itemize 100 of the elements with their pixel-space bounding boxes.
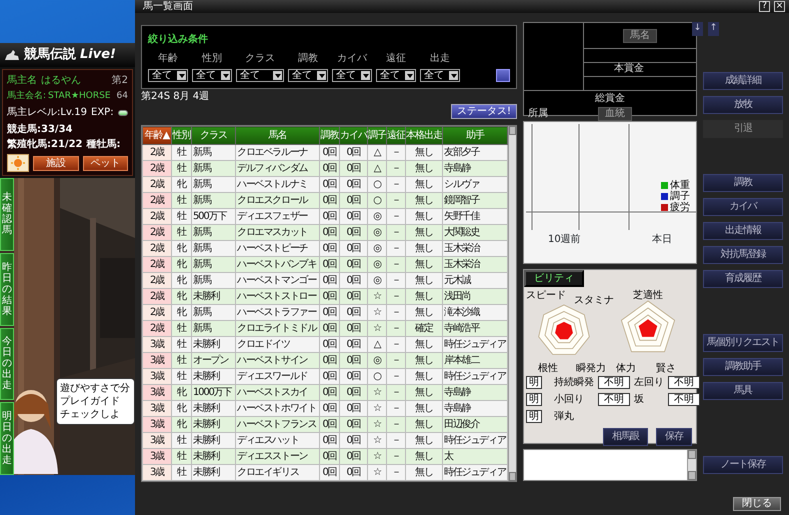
dropdown[interactable]: 全て [148, 69, 188, 82]
column-header[interactable]: 助手 [442, 126, 508, 144]
radar-label: 体力 [616, 363, 636, 374]
filter-label: カイバ [337, 52, 367, 66]
side-button[interactable]: 育成履歴 [703, 270, 783, 288]
table-cell: 田辺俊介 [442, 416, 508, 432]
side-button[interactable]: 馬個別リクエスト [703, 334, 783, 352]
table-cell: 0回 [340, 176, 368, 192]
action-button[interactable]: 相馬眼 [603, 428, 648, 446]
table-cell: 寺島静 [442, 160, 508, 176]
column-header[interactable]: 調教 [320, 126, 340, 144]
column-header[interactable]: 遠征 [386, 126, 406, 144]
table-cell: 0回 [340, 224, 368, 240]
side-button[interactable]: ノート保存 [703, 456, 783, 474]
table-cell: 2歳 [142, 224, 172, 240]
table-cell: 時任ジュディア [442, 432, 508, 448]
side-tab[interactable]: 明日の出走 [0, 402, 14, 475]
table-cell: ハーベストホワイト [236, 400, 320, 416]
value-field: 不明 [598, 376, 630, 389]
radar-label: 根性 [538, 363, 558, 374]
side-button[interactable]: 成績詳細 [703, 72, 783, 90]
table-cell: 鏡岡智子 [442, 192, 508, 208]
dropdown[interactable]: 全て [288, 69, 328, 82]
side-button[interactable]: カイバ [703, 198, 783, 216]
table-cell: 無し [406, 208, 442, 224]
table-cell: 未勝利 [192, 336, 236, 352]
arrow-button[interactable]: ↑ [708, 22, 719, 36]
table-cell: 新馬 [192, 240, 236, 256]
pedigree-button[interactable]: 血統 [598, 106, 632, 120]
column-header[interactable]: 本格出走 [406, 126, 442, 144]
legend-label: 疲労 [670, 202, 690, 213]
column-header[interactable]: 馬名 [236, 126, 320, 144]
table-cell: 0回 [340, 352, 368, 368]
arrow-button[interactable]: ↓ [692, 22, 703, 36]
table-cell: 0回 [340, 192, 368, 208]
table-cell: 無し [406, 400, 442, 416]
table-cell: 0回 [340, 272, 368, 288]
table-cell: 寺島静 [442, 400, 508, 416]
close-window-button[interactable]: 閉じる [733, 497, 781, 511]
table-cell: 時任ジュディア [442, 464, 508, 480]
table-cell: 大関聡史 [442, 224, 508, 240]
action-button[interactable]: 保存 [656, 428, 692, 446]
side-button[interactable]: 調教 [703, 174, 783, 192]
table-cell: 未勝利 [192, 400, 236, 416]
dropdown[interactable]: 全て [332, 69, 372, 82]
table-cell: 0回 [340, 144, 368, 160]
speech-text: プレイガイド [60, 395, 121, 408]
table-cell: 無し [406, 240, 442, 256]
dropdown[interactable]: 全て [420, 69, 460, 82]
close-button[interactable]: × [774, 1, 785, 12]
side-button[interactable]: 馬具 [703, 382, 783, 400]
column-header[interactable]: クラス [192, 126, 236, 144]
table-cell: 0回 [340, 208, 368, 224]
table-cell: 未勝利 [192, 464, 236, 480]
table-cell: 2歳 [142, 144, 172, 160]
field-label: 弾丸 [554, 410, 574, 424]
field-label: 坂 [634, 392, 644, 407]
table-cell: クロエドイツ [236, 336, 320, 352]
table-cell: ハーベストバンブキ [236, 256, 320, 272]
table-cell: ハーベストスカイ [236, 384, 320, 400]
table-cell: 無し [406, 464, 442, 480]
table-cell: ディエスハット [236, 432, 320, 448]
table-cell: 新馬 [192, 160, 236, 176]
column-header[interactable]: 調子 [368, 126, 386, 144]
table-cell: 3歳 [142, 432, 172, 448]
name-button[interactable]: 馬名 [623, 28, 657, 42]
side-button[interactable]: 調教助手 [703, 358, 783, 376]
rank-text: 第2 [112, 74, 128, 88]
table-cell: 玉木栄治 [442, 240, 508, 256]
menu-button[interactable]: ペット [82, 156, 128, 170]
column-header[interactable]: 年齢▲ [142, 126, 172, 144]
table-cell: 0回 [340, 304, 368, 320]
side-tab[interactable]: 昨日の結果 [0, 252, 14, 326]
side-tab[interactable]: 未確認馬 [0, 178, 14, 251]
table-cell: クロエライトミドル [236, 320, 320, 336]
table-cell: 0回 [340, 288, 368, 304]
side-button[interactable]: 対抗馬登録 [703, 246, 783, 264]
side-button[interactable]: 放牧 [703, 96, 783, 114]
side-tab[interactable]: 今日の出走 [0, 328, 14, 400]
table-cell: ディエスワールド [236, 368, 320, 384]
dropdown[interactable]: 全て [236, 69, 284, 82]
column-header[interactable]: 性別 [172, 126, 192, 144]
table-cell: 2歳 [142, 192, 172, 208]
table-cell: 3歳 [142, 400, 172, 416]
status-button[interactable]: ステータス! [450, 104, 517, 119]
value-field: 明 [526, 376, 542, 389]
ability-tab[interactable]: ビリティ [524, 270, 584, 287]
column-header[interactable]: カイバ [340, 126, 368, 144]
table-cell: 未勝利 [192, 368, 236, 384]
help-button[interactable]: ? [759, 1, 770, 12]
table-cell: 新馬 [192, 192, 236, 208]
table-cell: 未勝利 [192, 288, 236, 304]
menu-button[interactable]: 施設 [33, 156, 78, 170]
dropdown[interactable]: 全て [192, 69, 232, 82]
dropdown[interactable]: 全て [376, 69, 416, 82]
game-title: 競馬伝説 [24, 46, 76, 64]
table-cell: 0回 [340, 448, 368, 464]
side-button[interactable]: 出走情報 [703, 222, 783, 240]
total-prize-label: 総賞金 [595, 93, 625, 104]
filter-label: 調教 [298, 52, 318, 66]
